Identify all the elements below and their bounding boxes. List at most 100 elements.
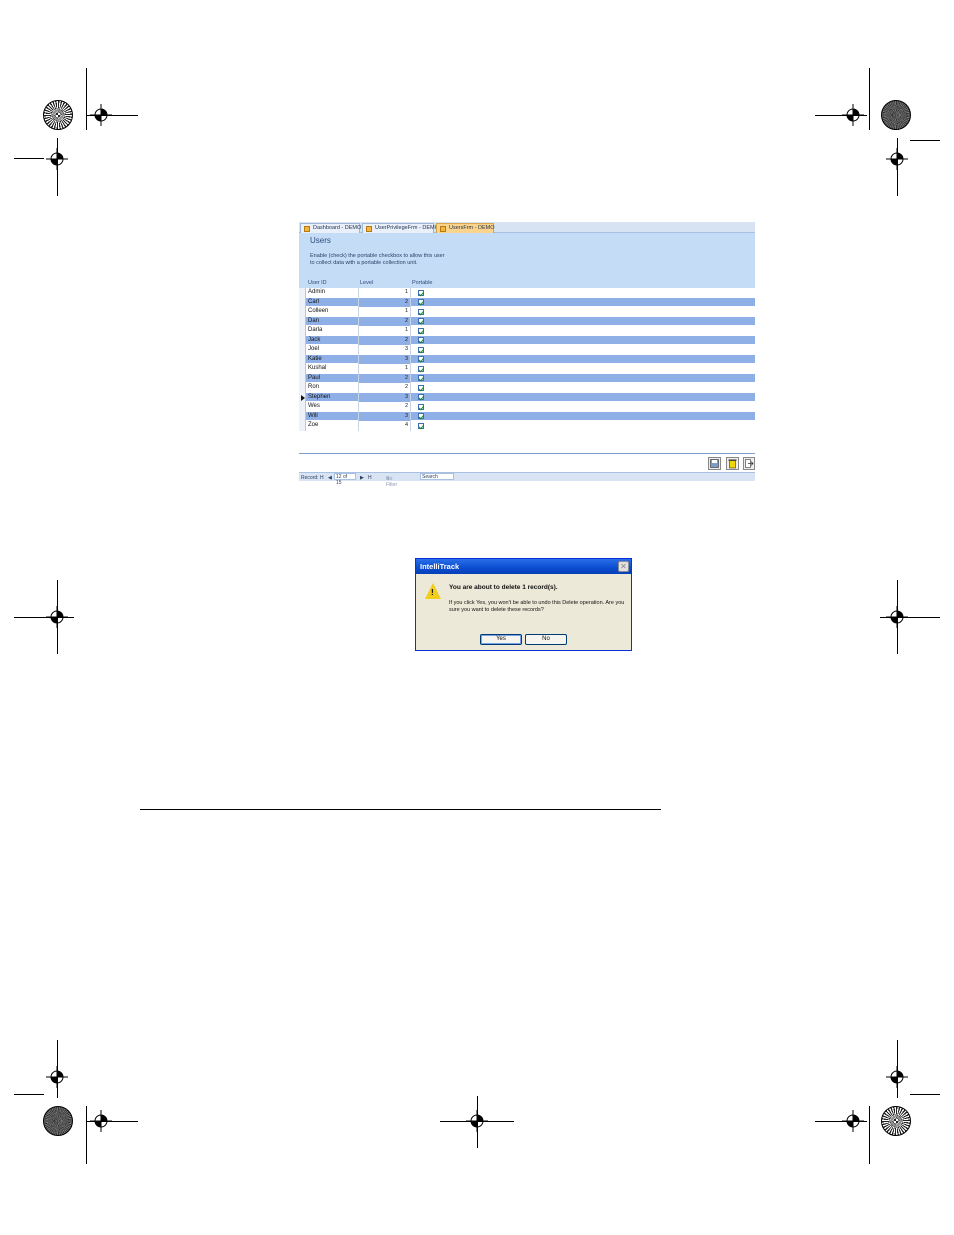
crop-mark (815, 115, 867, 116)
table-row[interactable]: Stephen 3 (299, 392, 755, 402)
table-row[interactable]: Jack 2 (299, 335, 755, 345)
level-cell[interactable]: 1 (359, 288, 411, 298)
yes-button[interactable]: Yes (480, 634, 522, 645)
record-selector[interactable] (299, 326, 306, 336)
tab-users[interactable]: UsersFrm - DEMO (436, 223, 495, 233)
record-selector[interactable] (299, 316, 306, 326)
user-id-value: Jack (308, 336, 321, 343)
table-row[interactable]: Kushal 1 (299, 364, 755, 374)
portable-checkbox[interactable] (418, 327, 424, 334)
portable-checkbox[interactable] (418, 384, 424, 391)
portable-checkbox[interactable] (418, 394, 424, 400)
form-icon (366, 226, 372, 232)
close-form-button[interactable] (743, 457, 755, 470)
table-row[interactable]: Katie 3 (299, 354, 755, 364)
form-icon (304, 226, 310, 232)
search-input[interactable]: Search (420, 473, 454, 480)
record-selector[interactable] (299, 354, 306, 364)
record-selector[interactable] (299, 373, 306, 383)
level-cell[interactable]: 2 (359, 383, 411, 393)
level-cell[interactable]: 3 (359, 411, 411, 421)
level-cell[interactable]: 2 (359, 297, 411, 307)
warning-exclamation: ! (431, 588, 434, 597)
portable-checkbox[interactable] (418, 413, 424, 419)
delete-confirm-dialog: IntelliTrack ✕ ! You are about to delete… (415, 558, 632, 651)
table-row[interactable]: Joel 3 (299, 345, 755, 355)
level-cell[interactable]: 2 (359, 335, 411, 345)
table-row[interactable]: Dan 2 (299, 316, 755, 326)
level-cell[interactable]: 1 (359, 307, 411, 317)
previous-record-button[interactable]: ◀ (328, 475, 332, 481)
first-record-button[interactable]: H (320, 475, 324, 481)
save-button[interactable] (708, 457, 721, 470)
registration-sunburst-icon (881, 1106, 911, 1136)
record-selector[interactable] (299, 392, 306, 402)
portable-checkbox[interactable] (418, 346, 424, 353)
level-cell[interactable]: 1 (359, 364, 411, 374)
record-selector[interactable] (299, 297, 306, 307)
table-row[interactable]: Paul 2 (299, 373, 755, 383)
close-icon[interactable]: ✕ (618, 561, 629, 572)
level-cell[interactable]: 2 (359, 316, 411, 326)
record-selector[interactable] (299, 383, 306, 393)
crop-mark (14, 617, 74, 618)
record-label: Record: (301, 474, 319, 481)
level-value: 1 (404, 308, 408, 314)
table-row[interactable]: Zoe 4 (299, 421, 755, 431)
table-row[interactable]: Will 3 (299, 411, 755, 421)
record-selector[interactable] (299, 345, 306, 355)
record-selector[interactable] (299, 421, 306, 431)
level-cell[interactable]: 2 (359, 373, 411, 383)
exit-door-icon (745, 459, 754, 468)
form-footer (299, 453, 755, 471)
tab-dashboard[interactable]: Dashboard - DEMO (300, 223, 361, 233)
form-title: Users (310, 236, 331, 245)
no-button[interactable]: No (525, 634, 567, 645)
level-value: 2 (404, 403, 408, 409)
table-row[interactable]: Colleen 1 (299, 307, 755, 317)
level-value: 1 (404, 327, 408, 333)
next-record-button[interactable]: ▶ (360, 475, 364, 481)
last-record-button[interactable]: H (368, 475, 372, 481)
portable-checkbox[interactable] (418, 337, 424, 343)
level-cell[interactable]: 1 (359, 326, 411, 336)
level-value: 3 (404, 355, 408, 362)
level-value: 3 (404, 346, 408, 352)
user-id-value: Stephen (308, 393, 331, 400)
dialog-heading: You are about to delete 1 record(s). (449, 584, 558, 591)
table-row[interactable]: Ron 2 (299, 383, 755, 393)
level-cell[interactable]: 4 (359, 421, 411, 431)
table-row[interactable]: Wes 2 (299, 402, 755, 412)
crop-mark (910, 140, 940, 141)
record-selector[interactable] (299, 288, 306, 298)
table-row[interactable]: Darla 1 (299, 326, 755, 336)
record-selector[interactable] (299, 335, 306, 345)
level-cell[interactable]: 2 (359, 402, 411, 412)
record-selector[interactable] (299, 402, 306, 412)
portable-checkbox[interactable] (418, 308, 424, 315)
record-selector[interactable] (299, 411, 306, 421)
level-cell[interactable]: 3 (359, 345, 411, 355)
level-cell[interactable]: 3 (359, 392, 411, 402)
users-table: Admin 1 Carl 2 Colleen 1 Dan 2 Darla 1 Jack 2 Joel 3 K… (299, 288, 755, 431)
user-id-value: Dan (308, 317, 320, 324)
record-position-input[interactable]: 12 of 15 (334, 473, 356, 486)
crop-mark (869, 1106, 870, 1164)
tab-label: UserPrivilegeFrm - DEMO (375, 225, 439, 231)
portable-checkbox[interactable] (418, 422, 424, 429)
table-row[interactable]: Admin 1 (299, 288, 755, 298)
portable-checkbox[interactable] (418, 365, 424, 372)
tab-user-privilege[interactable]: UserPrivilegeFrm - DEMO (362, 223, 439, 233)
portable-checkbox[interactable] (418, 318, 424, 324)
portable-checkbox[interactable] (418, 356, 424, 362)
portable-checkbox[interactable] (418, 375, 424, 381)
level-cell[interactable]: 3 (359, 354, 411, 364)
portable-checkbox[interactable] (418, 289, 424, 296)
portable-checkbox[interactable] (418, 403, 424, 410)
level-value: 4 (404, 422, 408, 428)
table-row[interactable]: Carl 2 (299, 297, 755, 307)
record-selector[interactable] (299, 364, 306, 374)
delete-button[interactable] (726, 457, 739, 470)
portable-checkbox[interactable] (418, 299, 424, 305)
record-selector[interactable] (299, 307, 306, 317)
